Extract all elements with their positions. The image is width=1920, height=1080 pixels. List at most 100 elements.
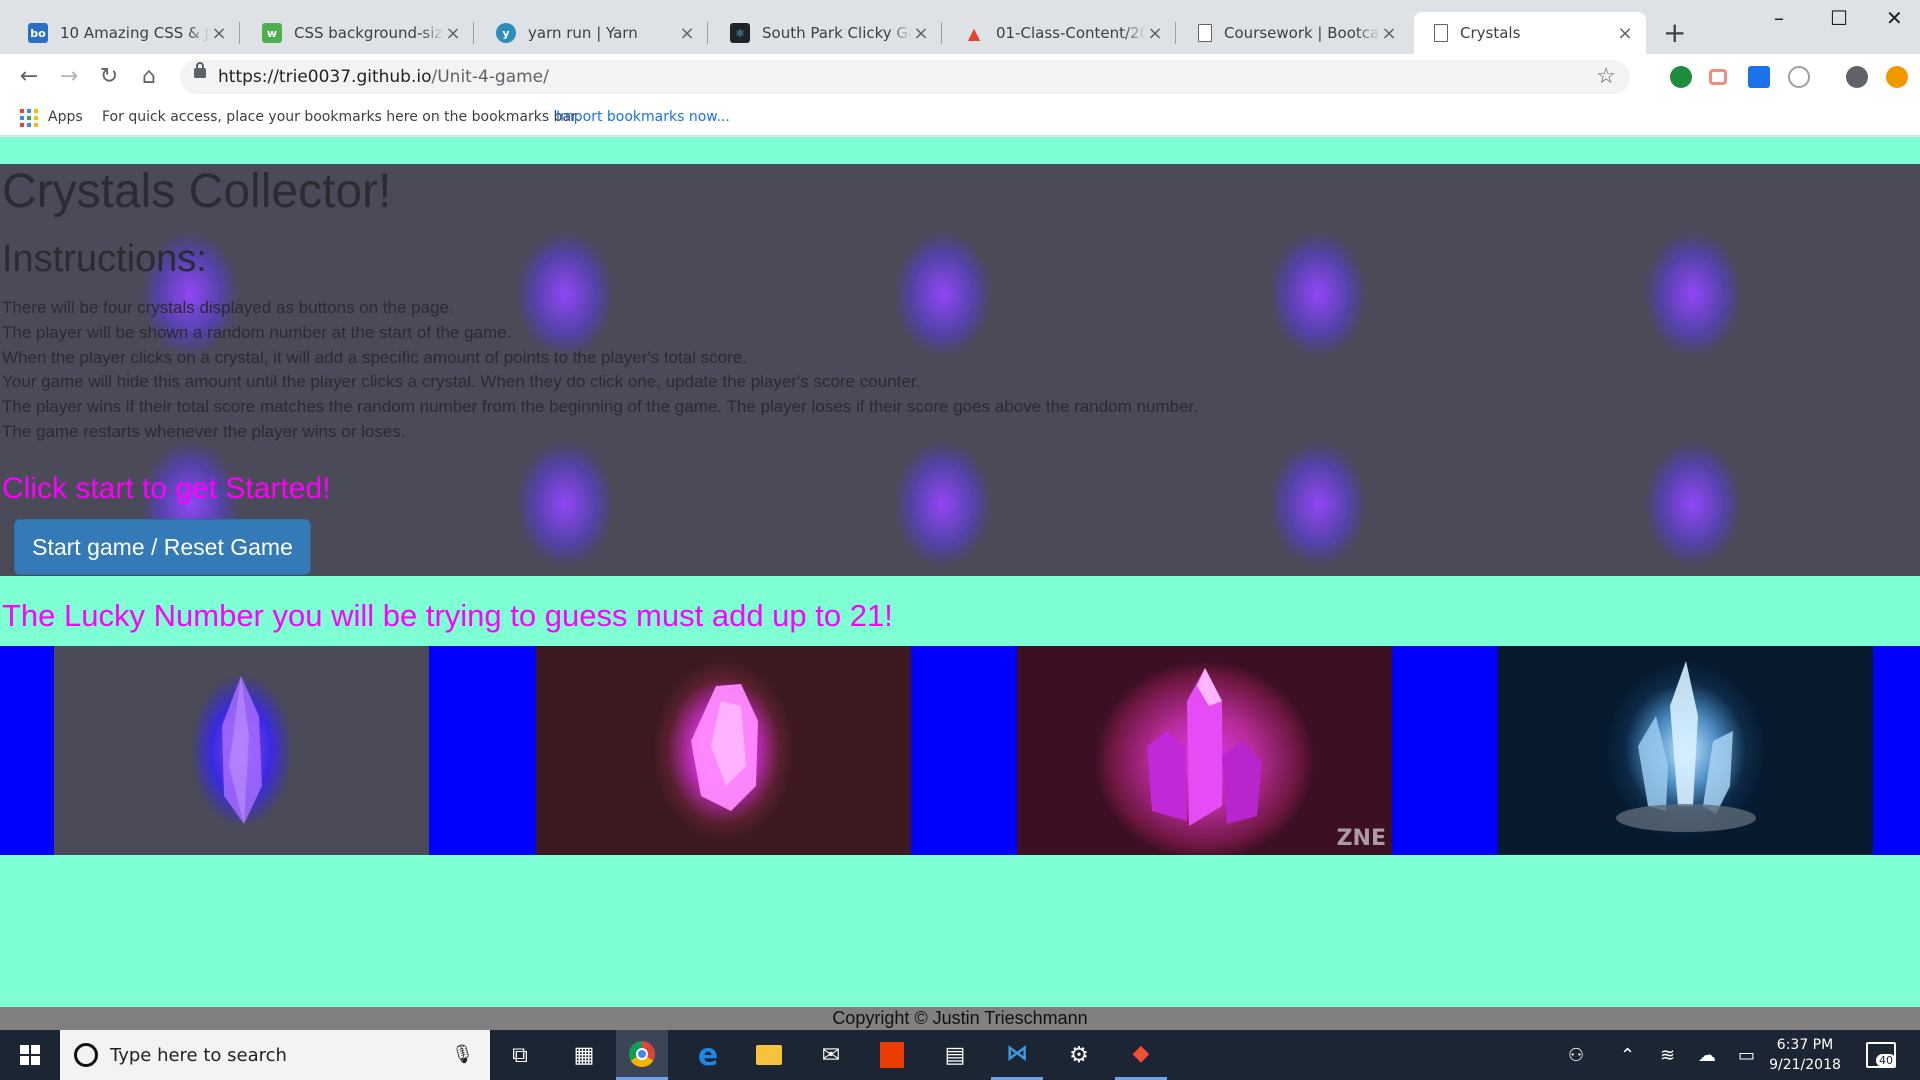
taskbar-search[interactable]: Type here to search 🎙: [60, 1030, 490, 1080]
bookmark-star-icon[interactable]: ☆: [1596, 63, 1616, 89]
windows-start-icon[interactable]: [20, 1045, 40, 1065]
address-bar[interactable]: https://trie0037.github.io/Unit-4-game/ …: [180, 60, 1630, 94]
clock-time: 6:37 PM: [1776, 1037, 1834, 1053]
tab-7-active[interactable]: Crystals ×: [1414, 12, 1646, 54]
bookmarks-bar: Apps For quick access, place your bookma…: [0, 100, 1920, 136]
instructions-heading: Instructions:: [2, 238, 207, 280]
tab-title: South Park Clicky Game: [762, 24, 912, 42]
extension-circle-icon[interactable]: [1788, 66, 1810, 88]
extension-cast-icon[interactable]: [1709, 69, 1727, 85]
tab-6[interactable]: Coursework | Bootcamp ×: [1178, 12, 1410, 54]
calculator-icon[interactable]: ▦: [558, 1030, 610, 1080]
chrome-icon[interactable]: [616, 1030, 668, 1080]
battery-icon[interactable]: ▭: [1738, 1030, 1755, 1080]
instruction-item: The game restarts whenever the player wi…: [2, 421, 406, 441]
onedrive-cloud-icon[interactable]: ☁: [1698, 1030, 1716, 1080]
url-text[interactable]: https://trie0037.github.io/Unit-4-game/: [218, 67, 549, 87]
gitlab-favicon-icon: ▲: [967, 23, 981, 43]
people-icon[interactable]: ⚇: [1568, 1030, 1584, 1080]
tab-3[interactable]: y yarn run | Yarn ×: [476, 12, 708, 54]
extension-blue-icon[interactable]: [1748, 66, 1770, 88]
tab-5[interactable]: ▲ 01-Class-Content/20-react ×: [944, 12, 1176, 54]
tab-strip: bo 10 Amazing CSS & JavaScript × w CSS b…: [0, 0, 1920, 54]
tab-title: yarn run | Yarn: [528, 24, 638, 42]
close-tab-icon[interactable]: ×: [444, 23, 462, 44]
close-tab-icon[interactable]: ×: [912, 23, 930, 44]
tab-2[interactable]: w CSS background-size property ×: [242, 12, 474, 54]
new-tab-button[interactable]: +: [1663, 16, 1686, 49]
git-icon[interactable]: ◆: [1115, 1030, 1167, 1080]
close-tab-icon[interactable]: ×: [678, 23, 696, 44]
page-body: Crystals Collector! Instructions: There …: [0, 137, 1920, 1030]
url-host: https://trie0037.github.io: [218, 67, 432, 87]
windows-taskbar: Type here to search 🎙 ⧉ ▦ e ✉ ▤ ⋈ ⚙ ◆ ⚇ …: [0, 1030, 1920, 1080]
start-reset-button[interactable]: Start game / Reset Game: [14, 519, 311, 575]
yarn-favicon-icon: y: [496, 23, 516, 43]
bo-favicon-icon: bo: [28, 23, 48, 43]
close-tab-icon[interactable]: ×: [210, 23, 228, 44]
footer: Copyright © Justin Trieschmann: [0, 1007, 1920, 1030]
crystal-button-ice[interactable]: [1498, 646, 1873, 855]
back-icon[interactable]: ←: [14, 62, 44, 92]
start-prompt: Click start to get Started!: [2, 472, 331, 505]
tab-title: CSS background-size property: [294, 24, 444, 42]
close-tab-icon[interactable]: ×: [1146, 23, 1164, 44]
magenta-crystal-icon: [1147, 668, 1262, 826]
lock-icon: [194, 62, 206, 78]
vscode-icon[interactable]: ⋈: [991, 1030, 1043, 1080]
minimize-icon[interactable]: –: [1774, 6, 1784, 30]
taskbar-clock[interactable]: 6:37 PM 9/21/2018: [1760, 1035, 1850, 1075]
notification-count-badge: 40: [1876, 1054, 1896, 1067]
apps-grid-icon[interactable]: [20, 109, 38, 127]
page-favicon-icon: [1434, 24, 1448, 42]
close-tab-icon[interactable]: ×: [1380, 23, 1398, 44]
update-icon[interactable]: [1886, 66, 1908, 88]
instructions-list: There will be four crystals displayed as…: [2, 296, 1198, 445]
tab-title: 10 Amazing CSS & JavaScript: [60, 24, 210, 42]
reload-icon[interactable]: ↻: [94, 62, 124, 92]
file-explorer-icon[interactable]: [743, 1030, 795, 1080]
office-icon[interactable]: [866, 1030, 918, 1080]
instruction-item: There will be four crystals displayed as…: [2, 298, 454, 317]
w3schools-favicon-icon: w: [262, 23, 282, 43]
tab-4[interactable]: ⚛ South Park Clicky Game ×: [710, 12, 942, 54]
edge-icon[interactable]: e: [682, 1030, 734, 1080]
home-icon[interactable]: ⌂: [134, 62, 164, 92]
apps-link[interactable]: Apps: [48, 109, 83, 125]
task-view-icon[interactable]: ⧉: [494, 1030, 546, 1080]
import-bookmarks-link[interactable]: Import bookmarks now...: [556, 109, 730, 125]
maximize-icon[interactable]: ☐: [1830, 6, 1848, 30]
cortana-icon: [74, 1043, 98, 1067]
profile-avatar-icon[interactable]: [1846, 66, 1868, 88]
microphone-icon[interactable]: 🎙: [451, 1044, 474, 1065]
close-tab-icon[interactable]: ×: [1616, 23, 1634, 44]
page-favicon-icon: [1198, 24, 1212, 42]
browser-toolbar: ← → ↻ ⌂ https://trie0037.github.io/Unit-…: [0, 54, 1920, 100]
crystal-button-magenta[interactable]: ZNE: [1017, 646, 1392, 855]
forward-icon[interactable]: →: [54, 62, 84, 92]
purple-crystal-icon: [222, 676, 262, 824]
settings-gear-icon[interactable]: ⚙: [1053, 1030, 1105, 1080]
crystal-row: ZNE: [0, 646, 1920, 855]
tray-chevron-up-icon[interactable]: ⌃: [1620, 1030, 1635, 1080]
bookmarks-hint: For quick access, place your bookmarks h…: [102, 109, 580, 125]
tab-title: Crystals: [1460, 24, 1521, 42]
instruction-item: When the player clicks on a crystal, it …: [2, 347, 747, 367]
tab-1[interactable]: bo 10 Amazing CSS & JavaScript ×: [8, 12, 240, 54]
tab-title: 01-Class-Content/20-react: [996, 24, 1146, 42]
extension-check-icon[interactable]: [1670, 66, 1692, 88]
wifi-icon[interactable]: ≋: [1660, 1030, 1675, 1080]
react-favicon-icon: ⚛: [730, 23, 750, 43]
crystal-button-pink[interactable]: [536, 646, 911, 855]
instruction-item: The player will be shown a random number…: [2, 322, 512, 342]
lucky-number-text: The Lucky Number you will be trying to g…: [2, 598, 893, 633]
close-window-icon[interactable]: ✕: [1886, 6, 1903, 30]
taskbar-search-placeholder: Type here to search: [110, 1045, 287, 1066]
url-path: /Unit-4-game/: [431, 67, 549, 87]
mail-icon[interactable]: ✉: [805, 1030, 857, 1080]
crystal-button-purple[interactable]: [54, 646, 429, 855]
jumbotron: Crystals Collector! Instructions: There …: [0, 164, 1920, 576]
calendar-icon[interactable]: ▤: [929, 1030, 981, 1080]
chrome-logo-icon: [629, 1040, 655, 1067]
ice-crystal-icon: [1616, 661, 1756, 832]
